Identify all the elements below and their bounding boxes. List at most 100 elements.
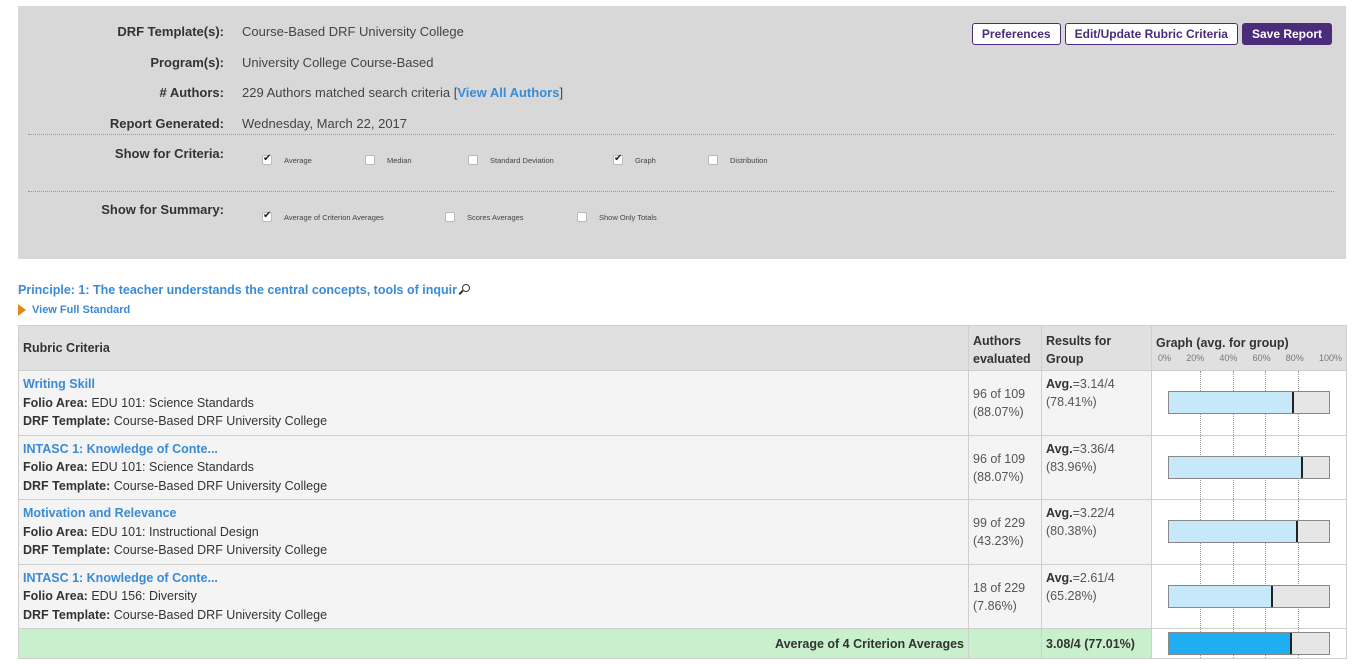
edit-rubric-criteria-button[interactable]: Edit/Update Rubric Criteria	[1064, 23, 1238, 45]
summary-value: 3.08/4 (77.01%)	[1041, 628, 1152, 659]
criteria-option-graph[interactable]: Graph	[613, 153, 708, 165]
authors-bracket: ]	[559, 84, 564, 100]
summary-bar-track	[1168, 632, 1330, 655]
avg-percent: (78.41%)	[1046, 395, 1097, 409]
checkbox[interactable]	[262, 210, 272, 222]
avg-value: =3.36/4	[1072, 441, 1115, 456]
results-cell: Avg.=3.36/4 (83.96%)	[1041, 434, 1152, 500]
graph-bar-track	[1168, 391, 1330, 415]
save-report-button[interactable]: Save Report	[1241, 23, 1332, 45]
checkbox[interactable]	[262, 153, 272, 165]
template-value: Course-Based DRF University College	[113, 414, 328, 428]
summary-option-scores-avg[interactable]: Scores Averages	[445, 212, 577, 222]
evaluated-percent: (43.23%)	[973, 534, 1024, 548]
summary-graph-cell	[1151, 628, 1347, 659]
checkbox[interactable]	[708, 155, 718, 165]
avg-label: Avg.	[1046, 441, 1073, 456]
option-label: Median	[387, 155, 412, 165]
checkbox[interactable]	[365, 155, 375, 165]
avg-line: Avg.=3.36/4	[1046, 440, 1147, 458]
checkbox[interactable]	[577, 212, 587, 222]
divider	[28, 191, 1334, 192]
report-generated-label: Report Generated:	[109, 115, 224, 131]
folio-area: Folio Area: EDU 156: Diversity	[23, 587, 964, 606]
folio-label: Folio Area:	[23, 524, 88, 539]
program-label: Program(s):	[150, 54, 224, 70]
folio-value: EDU 156: Diversity	[91, 589, 197, 603]
rubric-criteria-cell: Motivation and Relevance Folio Area: EDU …	[18, 499, 969, 565]
folio-value: EDU 101: Science Standards	[91, 395, 254, 410]
folio-label: Folio Area:	[23, 589, 88, 603]
criterion-title-link[interactable]: INTASC 1: Knowledge of Conte...	[23, 569, 964, 588]
header-graph: Graph (avg. for group) 0% 20% 40% 60% 80…	[1151, 325, 1347, 371]
summary-option-only-totals[interactable]: Show Only Totals	[577, 212, 697, 222]
header-authors-evaluated: Authors evaluated	[968, 325, 1042, 371]
checkbox[interactable]	[613, 153, 623, 165]
scale-tick: 100%	[1318, 353, 1342, 363]
folio-label: Folio Area:	[23, 395, 88, 410]
avg-label: Avg.	[1046, 506, 1073, 520]
template-label: DRF Template:	[23, 478, 111, 493]
checkbox[interactable]	[468, 155, 478, 165]
summary-label: Average of 4 Criterion Averages	[18, 628, 969, 659]
authors-evaluated-cell: 99 of 229 (43.23%)	[968, 499, 1042, 565]
magnifier-icon[interactable]	[460, 284, 470, 296]
preferences-button[interactable]: Preferences	[971, 23, 1061, 45]
authors-count-text: 229 Authors matched search criteria [	[242, 84, 458, 100]
view-all-authors-link[interactable]: View All Authors	[457, 85, 559, 100]
divider	[28, 134, 1334, 135]
table-row: INTASC 1: Knowledge of Conte... Folio Are…	[18, 563, 1347, 629]
option-label: Standard Deviation	[490, 155, 554, 165]
criteria-option-median[interactable]: Median	[365, 155, 468, 165]
results-cell: Avg.=2.61/4 (65.28%)	[1041, 563, 1152, 629]
graph-cell	[1151, 434, 1347, 500]
criteria-options: Average Median Standard Deviation Graph …	[262, 153, 808, 165]
evaluated-percent: (88.07%)	[973, 469, 1024, 484]
summary-row: Show for Summary:	[18, 202, 224, 217]
summary-row: Average of 4 Criterion Averages 3.08/4 (7…	[18, 628, 1347, 659]
view-full-standard-label: View Full Standard	[32, 304, 131, 316]
criteria-option-std-dev[interactable]: Standard Deviation	[468, 155, 613, 165]
criterion-title-link[interactable]: Motivation and Relevance	[23, 504, 964, 523]
evaluated-count: 18 of 229	[973, 580, 1026, 595]
folio-area: Folio Area: EDU 101: Instructional Desig…	[23, 523, 964, 542]
results-cell: Avg.=3.22/4 (80.38%)	[1041, 499, 1152, 565]
option-label: Average of Criterion Averages	[284, 212, 384, 222]
criteria-row: Show for Criteria:	[18, 146, 224, 161]
criteria-option-distribution[interactable]: Distribution	[708, 155, 808, 165]
authors-evaluated-cell: 18 of 229 (7.86%)	[968, 563, 1042, 629]
principle-text[interactable]: Principle: 1: The teacher understands th…	[18, 283, 457, 297]
folio-label: Folio Area:	[23, 460, 88, 474]
summary-option-avg-criterion[interactable]: Average of Criterion Averages	[262, 210, 445, 222]
graph-bar	[1169, 392, 1295, 414]
criterion-title-link[interactable]: INTASC 1: Knowledge of Conte...	[23, 440, 964, 459]
template-value: Course-Based DRF University College	[113, 478, 328, 493]
criteria-label: Show for Criteria:	[114, 146, 224, 161]
evaluated-count: 96 of 109	[973, 451, 1026, 466]
template-label: DRF Template(s):	[117, 23, 224, 39]
avg-percent: (80.38%)	[1046, 524, 1097, 538]
evaluated-count: 99 of 229	[973, 516, 1026, 530]
principle-link[interactable]: Principle: 1: The teacher understands th…	[18, 283, 470, 297]
criteria-option-average[interactable]: Average	[262, 153, 365, 165]
template-label: DRF Template:	[23, 543, 111, 557]
authors-evaluated-cell: 96 of 109 (88.07%)	[968, 370, 1042, 436]
program-value: University College Course-Based	[242, 54, 434, 70]
option-label: Distribution	[730, 155, 768, 165]
authors-evaluated-cell: 96 of 109 (88.07%)	[968, 434, 1042, 500]
criterion-title-link[interactable]: Writing Skill	[23, 375, 964, 394]
checkbox[interactable]	[445, 212, 455, 222]
header-graph-title: Graph (avg. for group)	[1156, 336, 1289, 350]
rubric-criteria-cell: INTASC 1: Knowledge of Conte... Folio Are…	[18, 563, 969, 629]
summary-label: Show for Summary:	[101, 202, 224, 217]
expand-triangle-icon	[18, 304, 26, 316]
template-value: Course-Based DRF University College	[113, 543, 328, 557]
header-text: evaluated	[973, 352, 1031, 366]
view-full-standard-link[interactable]: View Full Standard	[18, 304, 130, 316]
graph-cell	[1151, 563, 1347, 629]
option-label: Average	[284, 155, 312, 165]
template-value: Course-Based DRF University College	[113, 607, 328, 622]
table-row: INTASC 1: Knowledge of Conte... Folio Are…	[18, 434, 1347, 500]
table-header-row: Rubric Criteria Authors evaluated Results…	[18, 325, 1347, 371]
header-text: Authors	[973, 334, 1021, 348]
